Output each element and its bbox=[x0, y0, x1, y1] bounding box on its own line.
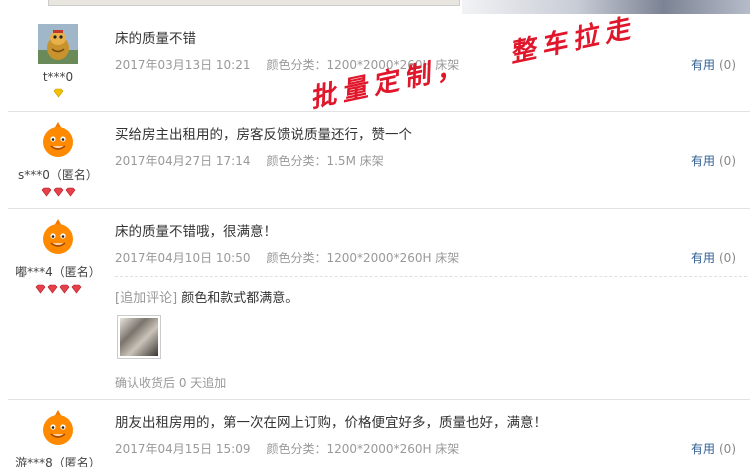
review-date: 2017年04月27日 17:14 bbox=[115, 154, 251, 168]
useful-label[interactable]: 有用 bbox=[691, 442, 715, 456]
reviewer-name: t***0 bbox=[42, 70, 74, 84]
review-text: 朋友出租房用的，第一次在网上订购，价格便宜好多，质量也好，满意！ bbox=[115, 415, 547, 431]
review-sku: 颜色分类：1.5M 床架 bbox=[266, 154, 384, 168]
review-text: 买给房主出租用的，房客反馈说质量还行，赞一个 bbox=[115, 127, 412, 143]
useful-button[interactable]: 有用 (0) bbox=[691, 152, 736, 169]
useful-count: (0) bbox=[719, 442, 736, 456]
append-divider bbox=[115, 276, 747, 277]
appended-review: [追加评论] 颜色和款式都满意。 bbox=[115, 287, 298, 306]
reviewer-info: s***0（匿名） bbox=[8, 120, 108, 199]
reviewer-level bbox=[8, 284, 108, 296]
review-item: 嘟***4（匿名） 床的质量不错哦，很满意！ 2017年04月10日 10:50… bbox=[8, 209, 750, 400]
avatar[interactable] bbox=[38, 217, 78, 257]
reviewer-name: s***0（匿名） bbox=[18, 168, 98, 182]
reviewer-info: 嘟***4（匿名） bbox=[8, 217, 108, 296]
append-tag: [追加评论] bbox=[115, 291, 178, 306]
useful-button[interactable]: 有用 (0) bbox=[691, 440, 736, 457]
reviewer-info: 游***8（匿名） bbox=[8, 408, 108, 467]
useful-count: (0) bbox=[719, 154, 736, 168]
red-heart-icon bbox=[65, 187, 75, 197]
append-text: 颜色和款式都满意。 bbox=[181, 291, 299, 306]
useful-button[interactable]: 有用 (0) bbox=[691, 249, 736, 266]
red-heart-icon bbox=[41, 187, 51, 197]
reviewer-level bbox=[8, 88, 108, 100]
review-photo-thumbnail[interactable] bbox=[117, 315, 161, 359]
avatar[interactable] bbox=[38, 408, 78, 448]
review-item: 游***8（匿名） 朋友出租房用的，第一次在网上订购，价格便宜好多，质量也好，满… bbox=[8, 400, 750, 467]
review-meta: 2017年04月27日 17:14 颜色分类：1.5M 床架 bbox=[115, 152, 384, 169]
review-sku: 颜色分类：1200*2000*260H 床架 bbox=[266, 442, 460, 456]
reviewer-info: t***0 bbox=[8, 24, 108, 100]
review-item: s***0（匿名） 买给房主出租用的，房客反馈说质量还行，赞一个 2017年04… bbox=[8, 112, 750, 209]
red-heart-icon bbox=[35, 284, 45, 294]
reviewer-level bbox=[8, 187, 108, 199]
useful-count: (0) bbox=[719, 58, 736, 72]
avatar[interactable] bbox=[38, 24, 78, 64]
useful-count: (0) bbox=[719, 251, 736, 265]
review-text: 床的质量不错哦，很满意！ bbox=[115, 224, 277, 240]
avatar[interactable] bbox=[38, 120, 78, 160]
review-date: 2017年04月10日 10:50 bbox=[115, 251, 251, 265]
top-image-strip bbox=[0, 0, 750, 16]
red-heart-icon bbox=[47, 284, 57, 294]
product-image-edge bbox=[48, 0, 460, 6]
review-text: 床的质量不错 bbox=[115, 31, 196, 47]
review-meta: 2017年04月10日 10:50 颜色分类：1200*2000*260H 床架 bbox=[115, 249, 459, 266]
review-date: 2017年03月13日 10:21 bbox=[115, 58, 251, 72]
review-date: 2017年04月15日 15:09 bbox=[115, 442, 251, 456]
review-sku: 颜色分类：1200*2000*260H 床架 bbox=[266, 251, 460, 265]
red-heart-icon bbox=[59, 284, 69, 294]
gold-diamond-icon bbox=[53, 88, 63, 98]
reviewer-name: 游***8（匿名） bbox=[15, 456, 101, 467]
useful-button[interactable]: 有用 (0) bbox=[691, 56, 736, 73]
append-time: 确认收货后 0 天追加 bbox=[115, 376, 227, 390]
useful-label[interactable]: 有用 bbox=[691, 58, 715, 72]
red-heart-icon bbox=[53, 187, 63, 197]
useful-label[interactable]: 有用 bbox=[691, 154, 715, 168]
reviewer-name: 嘟***4（匿名） bbox=[15, 265, 101, 279]
useful-label[interactable]: 有用 bbox=[691, 251, 715, 265]
red-heart-icon bbox=[71, 284, 81, 294]
review-meta: 2017年04月15日 15:09 颜色分类：1200*2000*260H 床架 bbox=[115, 440, 459, 457]
